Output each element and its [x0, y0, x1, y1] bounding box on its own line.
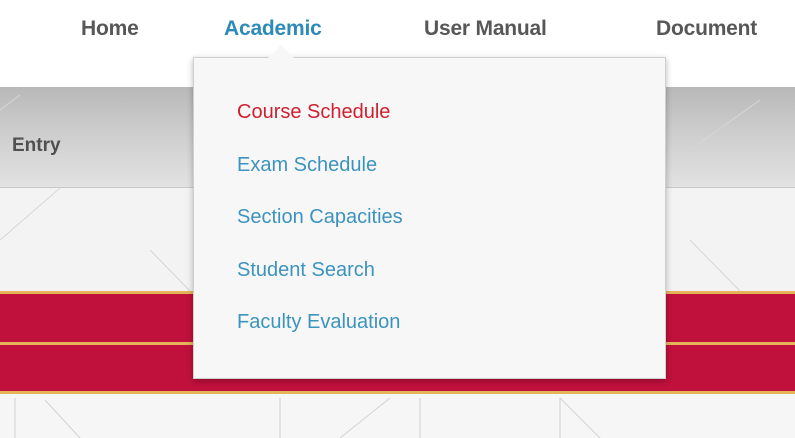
- nav-document[interactable]: Document: [656, 17, 757, 41]
- dropdown-caret: [268, 45, 294, 58]
- nav-user-manual[interactable]: User Manual: [424, 17, 547, 41]
- page: Entry Home Academic User Manual Document: [0, 0, 795, 438]
- menu-item-course-schedule[interactable]: Course Schedule: [237, 101, 390, 124]
- menu-item-exam-schedule[interactable]: Exam Schedule: [237, 154, 377, 177]
- menu-item-student-search[interactable]: Student Search: [237, 259, 375, 282]
- nav-academic[interactable]: Academic: [224, 17, 322, 41]
- academic-dropdown-menu: Course Schedule Exam Schedule Section Ca…: [193, 57, 666, 379]
- menu-item-faculty-evaluation[interactable]: Faculty Evaluation: [237, 311, 400, 334]
- nav-home[interactable]: Home: [81, 17, 139, 41]
- entry-label: Entry: [12, 135, 61, 156]
- menu-item-section-capacities[interactable]: Section Capacities: [237, 206, 403, 229]
- bottom-panel: [0, 394, 795, 438]
